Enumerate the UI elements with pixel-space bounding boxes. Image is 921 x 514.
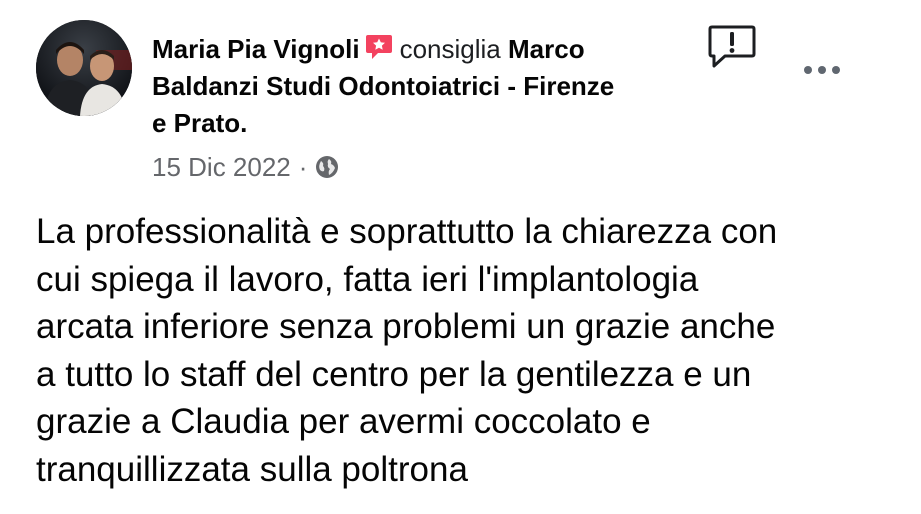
report-flag-icon[interactable] (707, 24, 757, 70)
more-options-icon[interactable] (800, 56, 844, 84)
page-name-link-part1[interactable]: Marco (508, 34, 585, 64)
body-line: grazie a Claudia per avermi coccolato e (36, 402, 651, 441)
body-line: arcata inferiore senza problemi un grazi… (36, 307, 776, 346)
recommendation-badge-icon (365, 35, 392, 59)
avatar-photo (36, 20, 132, 116)
page-name-link-part2[interactable]: Baldanzi Studi Odontoiatrici - Firenze (152, 71, 614, 101)
post-body-text: La professionalità e soprattutto la chia… (36, 208, 896, 493)
post-meta: 15 Dic 2022 · (152, 150, 339, 184)
meta-separator: · (298, 152, 308, 182)
avatar[interactable] (36, 20, 132, 116)
page-name-link-part3[interactable]: e Prato. (152, 108, 247, 138)
body-line: cui spiega il lavoro, fatta ieri l'impla… (36, 259, 699, 299)
recommends-verb: consiglia (399, 34, 501, 64)
body-line: tranquillizzata sulla poltrona (36, 449, 468, 489)
post-header: Maria Pia Vignoli consiglia Marco Baldanz… (152, 31, 692, 142)
author-name-link[interactable]: Maria Pia Vignoli (152, 34, 360, 64)
globe-icon[interactable] (315, 155, 339, 179)
post-date-link[interactable]: 15 Dic 2022 (152, 150, 291, 184)
review-post: Maria Pia Vignoli consiglia Marco Baldanz… (0, 0, 921, 514)
body-line: La professionalità e soprattutto la chia… (36, 212, 778, 251)
body-line: a tutto lo staff del centro per la genti… (36, 354, 752, 394)
